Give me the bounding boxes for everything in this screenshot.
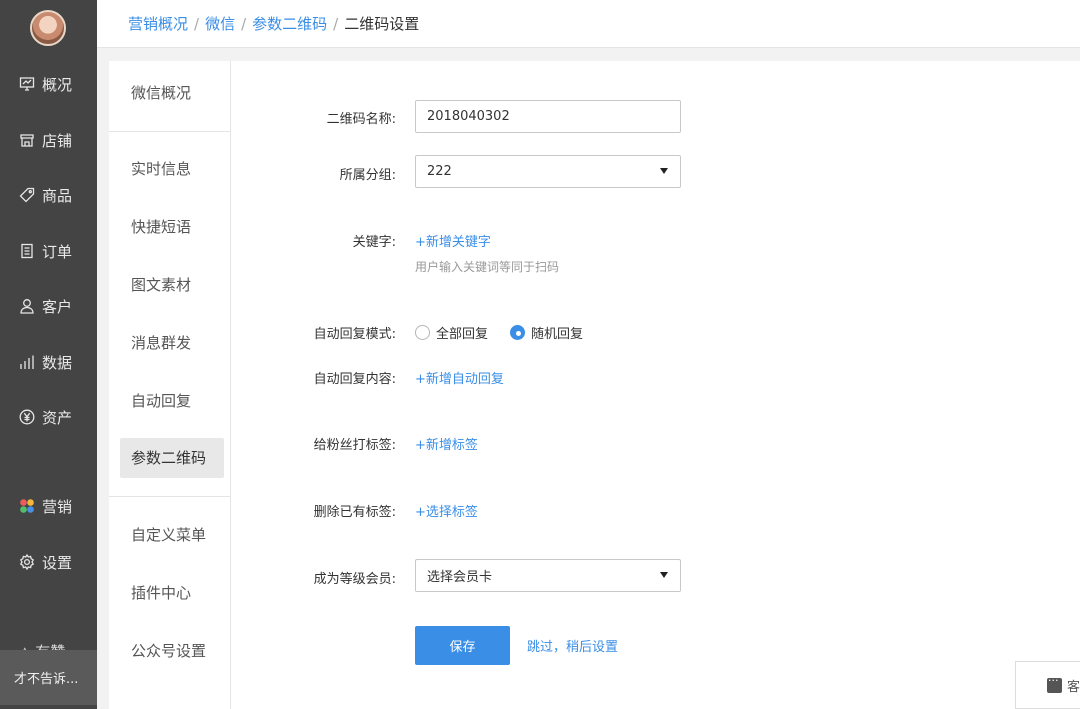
store-icon — [19, 132, 35, 148]
caret-down-icon — [660, 168, 668, 174]
nav-item-label: 资产 — [42, 408, 73, 427]
nav-item-label: 营销 — [42, 497, 73, 516]
reply-mode-radio-group: 全部回复 随机回复 — [415, 323, 605, 342]
member-card-select-value: 选择会员卡 — [427, 570, 493, 585]
customer-service-widget[interactable]: 客 — [1015, 661, 1080, 709]
nav-item-orders[interactable]: 订单 — [0, 231, 97, 271]
nav-item-label: 商品 — [42, 186, 73, 205]
subnav-item-param-qrcode[interactable]: 参数二维码 — [120, 438, 224, 478]
subnav-item-quick-phrases[interactable]: 快捷短语 — [109, 207, 231, 247]
member-label: 成为等级会员: — [313, 572, 396, 587]
subnav-item-broadcast[interactable]: 消息群发 — [109, 323, 231, 363]
main-sidebar: 概况 店铺 商品 订单 客户 数据 资产 营销 设置 △ 有赞 才不告诉... — [0, 0, 97, 709]
user-name-bar[interactable]: 才不告诉... — [0, 650, 97, 705]
breadcrumb-current: 二维码设置 — [344, 15, 420, 33]
caret-down-icon — [660, 572, 668, 578]
nav-item-label: 店铺 — [42, 131, 73, 150]
reply-mode-label: 自动回复模式: — [313, 327, 396, 342]
member-card-select[interactable]: 选择会员卡 — [415, 559, 681, 592]
radio-label: 随机回复 — [531, 327, 584, 342]
bar-chart-icon — [19, 354, 35, 370]
reply-content-label: 自动回复内容: — [313, 372, 396, 387]
subnav-divider — [109, 131, 231, 132]
skip-link[interactable]: 跳过，稍后设置 — [527, 636, 618, 655]
person-icon — [19, 298, 35, 314]
nav-item-customers[interactable]: 客户 — [0, 286, 97, 326]
subnav-item-materials[interactable]: 图文素材 — [109, 265, 231, 305]
radio-circle-selected — [510, 325, 526, 340]
breadcrumb: 营销概况 / 微信 / 参数二维码 / 二维码设置 — [97, 0, 1080, 48]
nav-item-label: 概况 — [42, 75, 73, 94]
subnav-item-account-settings[interactable]: 公众号设置 — [109, 631, 231, 671]
subnav-item-plugins[interactable]: 插件中心 — [109, 573, 231, 613]
radio-label: 全部回复 — [436, 327, 489, 342]
nav-item-data[interactable]: 数据 — [0, 342, 97, 382]
add-auto-reply-link[interactable]: +新增自动回复 — [415, 368, 504, 387]
chat-icon — [1047, 674, 1062, 693]
nav-item-label: 设置 — [42, 553, 73, 572]
radio-circle — [415, 325, 430, 340]
nav-item-store[interactable]: 店铺 — [0, 120, 97, 160]
nav-item-label: 订单 — [42, 242, 73, 261]
add-keyword-link[interactable]: +新增关键字 — [415, 231, 491, 250]
group-label: 所属分组: — [339, 168, 396, 183]
keyword-hint: 用户输入关键词等同于扫码 — [415, 260, 560, 274]
nav-item-label: 数据 — [42, 353, 73, 372]
nav-item-goods[interactable]: 商品 — [0, 175, 97, 215]
nav-item-marketing[interactable]: 营销 — [0, 486, 97, 526]
breadcrumb-separator: / — [333, 14, 339, 33]
customer-service-label: 客 — [1066, 679, 1080, 695]
tag-icon — [19, 187, 35, 203]
breadcrumb-separator: / — [241, 14, 247, 33]
nav-item-settings[interactable]: 设置 — [0, 542, 97, 582]
reply-mode-random-radio[interactable]: 随机回复 — [510, 323, 583, 342]
nav-item-label: 客户 — [42, 297, 73, 316]
select-tag-link[interactable]: +选择标签 — [415, 501, 478, 520]
save-button[interactable]: 保存 — [415, 626, 510, 665]
subnav-item-realtime[interactable]: 实时信息 — [109, 149, 231, 189]
document-icon — [19, 243, 35, 259]
monitor-icon — [19, 76, 35, 92]
qrcode-name-label: 二维码名称: — [326, 112, 396, 127]
gear-icon — [19, 554, 35, 570]
nav-item-overview[interactable]: 概况 — [0, 64, 97, 104]
subnav-item-auto-reply[interactable]: 自动回复 — [109, 381, 231, 421]
qrcode-settings-form: 二维码名称: 所属分组: 222 关键字: +新增关键字 用户输入关键词等同于扫… — [231, 61, 1080, 709]
qrcode-name-input[interactable] — [415, 100, 681, 133]
breadcrumb-wechat[interactable]: 微信 — [205, 13, 235, 34]
keyword-label: 关键字: — [352, 235, 396, 250]
breadcrumb-marketing[interactable]: 营销概况 — [128, 13, 188, 34]
breadcrumb-separator: / — [194, 14, 200, 33]
nav-item-assets[interactable]: 资产 — [0, 397, 97, 437]
yen-icon — [19, 409, 35, 425]
avatar[interactable] — [30, 10, 66, 46]
breadcrumb-qrcode[interactable]: 参数二维码 — [252, 13, 327, 34]
wechat-subnav: 微信概况 实时信息 快捷短语 图文素材 消息群发 自动回复 参数二维码 自定义菜… — [109, 61, 231, 709]
reply-mode-all-radio[interactable]: 全部回复 — [415, 323, 488, 342]
subnav-item-overview[interactable]: 微信概况 — [109, 73, 231, 113]
flower-icon — [19, 498, 35, 514]
subnav-item-custom-menu[interactable]: 自定义菜单 — [109, 515, 231, 555]
fan-tag-label: 给粉丝打标签: — [313, 438, 396, 453]
group-select[interactable]: 222 — [415, 155, 681, 188]
subnav-divider — [109, 496, 231, 497]
group-select-value: 222 — [427, 164, 452, 179]
add-tag-link[interactable]: +新增标签 — [415, 434, 478, 453]
remove-tag-label: 删除已有标签: — [313, 505, 396, 520]
